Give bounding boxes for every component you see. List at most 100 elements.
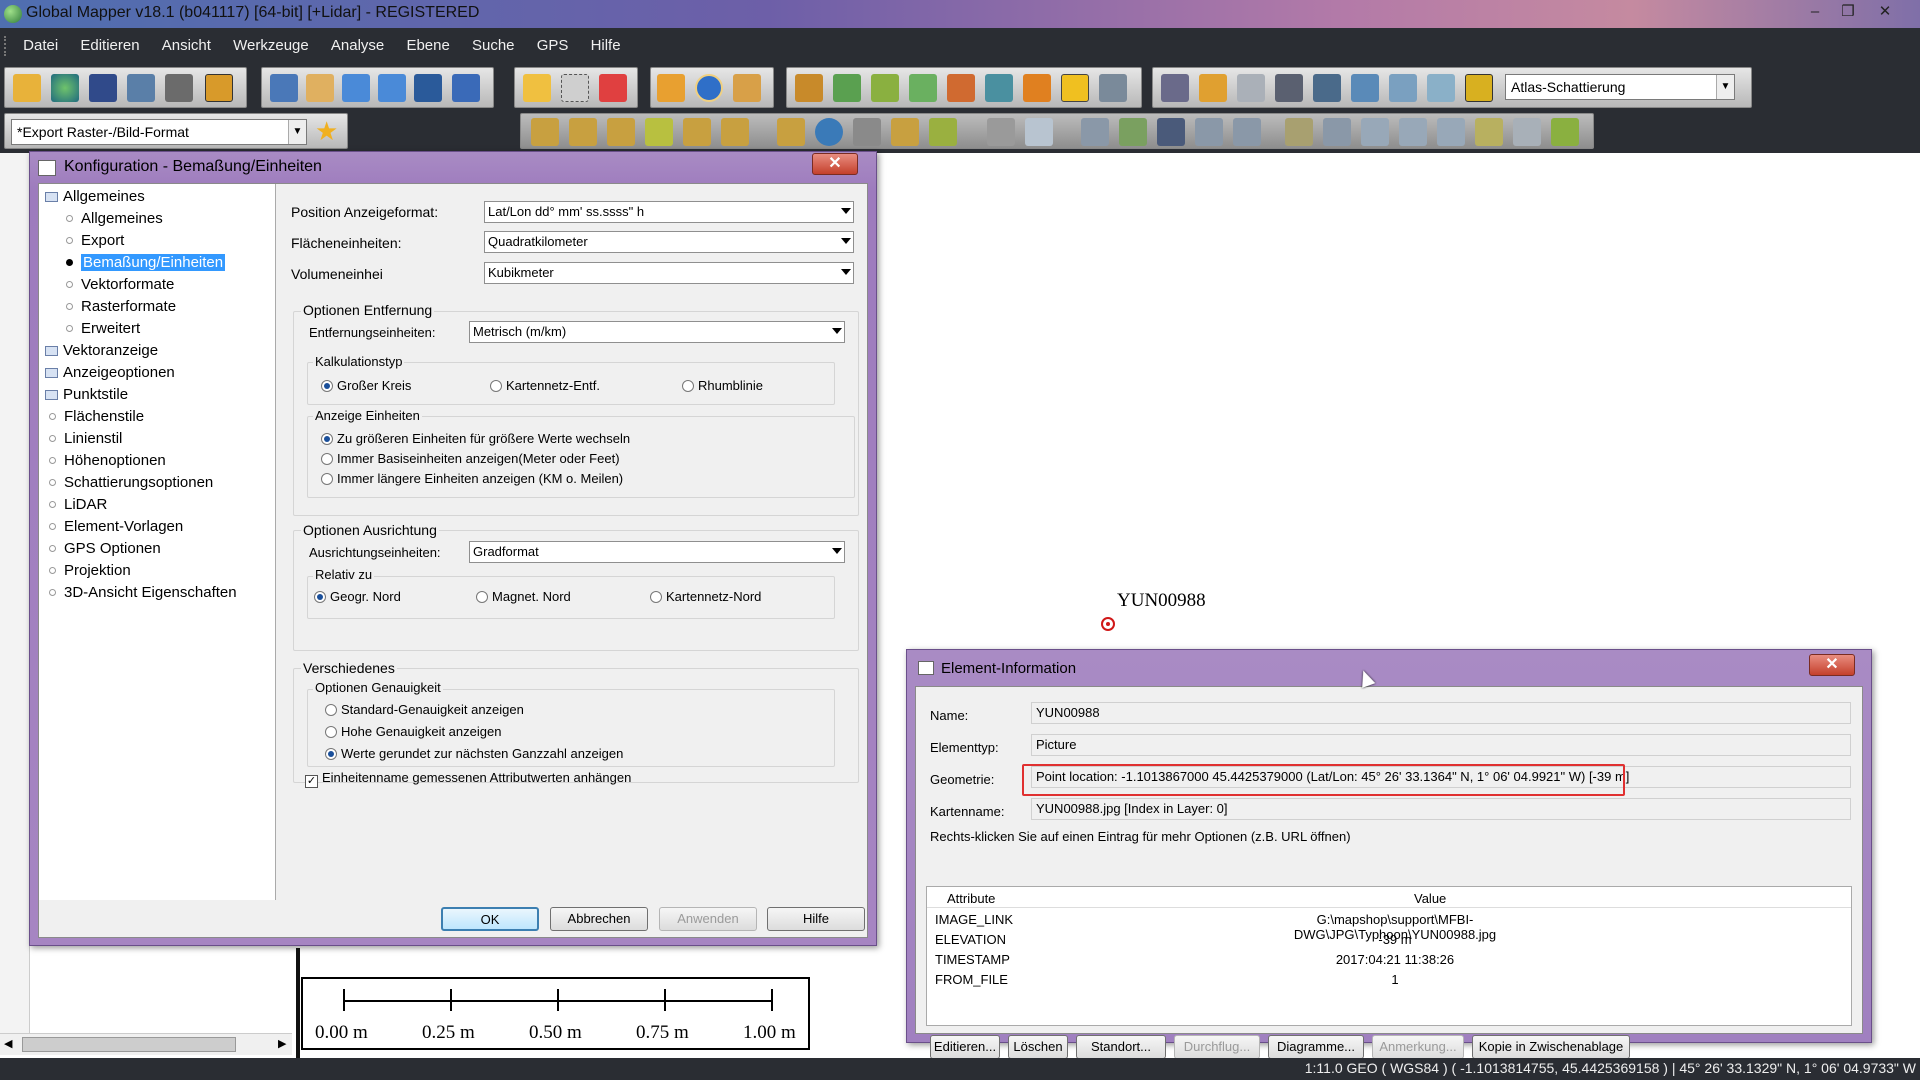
view-shed-icon[interactable]: [871, 74, 899, 102]
apply-button[interactable]: Anwenden: [659, 907, 757, 931]
relative-grid-north-radio[interactable]: Kartennetz-Nord: [650, 589, 761, 604]
buffer-icon[interactable]: [1475, 118, 1503, 146]
select-box-icon[interactable]: [561, 74, 589, 102]
scroll-left-icon[interactable]: ◀: [4, 1037, 12, 1050]
calc-great-circle-radio[interactable]: Großer Kreis: [321, 378, 411, 393]
tree-item[interactable]: Element-Vorlagen: [49, 518, 183, 535]
feature-edit-icon[interactable]: [987, 118, 1015, 146]
cut-icon[interactable]: [1323, 118, 1351, 146]
volume-icon[interactable]: [947, 74, 975, 102]
flatten-icon[interactable]: [1023, 74, 1051, 102]
move-icon[interactable]: [1081, 118, 1109, 146]
target-icon[interactable]: [815, 118, 843, 146]
grid-icon[interactable]: [985, 74, 1013, 102]
shader-icon[interactable]: [1465, 74, 1493, 102]
attribute-column-header[interactable]: Attribute: [947, 891, 995, 906]
scroll-right-icon[interactable]: ▶: [278, 1037, 286, 1050]
line-tool-icon[interactable]: [1285, 118, 1313, 146]
table-row[interactable]: FROM_FILE 1: [927, 972, 1851, 992]
tree-item[interactable]: Allgemeines: [45, 188, 145, 205]
location-button[interactable]: Standort...: [1076, 1035, 1166, 1059]
tree-item[interactable]: GPS Optionen: [49, 540, 161, 557]
grid-draw-icon[interactable]: [853, 118, 881, 146]
export-format-select[interactable]: *Export Raster-/Bild-Format ▼: [11, 119, 307, 145]
menu-analyse[interactable]: Analyse: [322, 28, 393, 64]
edit-button[interactable]: Editieren...: [930, 1035, 1000, 1059]
tree-item-selected[interactable]: Bemaßung/Einheiten: [66, 254, 226, 271]
table-row[interactable]: TIMESTAMP 2017:04:21 11:38:26: [927, 952, 1851, 972]
terrain-icon[interactable]: [795, 74, 823, 102]
draw-line-icon[interactable]: [531, 118, 559, 146]
nodes-icon[interactable]: [1157, 118, 1185, 146]
point-icon[interactable]: [891, 118, 919, 146]
precision-rounded-radio[interactable]: Werte gerundet zur nächsten Ganzzahl anz…: [325, 746, 623, 761]
display-base-units-radio[interactable]: Immer Basiseinheiten anzeigen(Meter oder…: [321, 451, 620, 466]
crosshair-icon[interactable]: [1513, 118, 1541, 146]
print-icon[interactable]: [127, 74, 155, 102]
delete-x-icon[interactable]: [599, 74, 627, 102]
close-icon[interactable]: ✕: [812, 153, 858, 175]
append-units-checkbox[interactable]: ✓ Einheitenname gemessenen Attributwerten…: [305, 770, 631, 788]
map-icon[interactable]: [1061, 74, 1089, 102]
scroll-thumb[interactable]: [22, 1037, 236, 1052]
favorite-star-icon[interactable]: ★: [315, 118, 343, 146]
menu-ebene[interactable]: Ebene: [397, 28, 458, 64]
tree-item[interactable]: Vektorformate: [66, 276, 174, 293]
tree-item[interactable]: 3D-Ansicht Eigenschaften: [49, 584, 237, 601]
union-icon[interactable]: [1437, 118, 1465, 146]
calc-grid-distance-radio[interactable]: Kartennetz-Entf.: [490, 378, 600, 393]
tree-item[interactable]: Höhenoptionen: [49, 452, 166, 469]
zoom-in-icon[interactable]: [342, 74, 370, 102]
vertex-edit-icon[interactable]: [1025, 118, 1053, 146]
delete-button[interactable]: Löschen: [1008, 1035, 1068, 1059]
tree-item[interactable]: Rasterformate: [66, 298, 176, 315]
value-column-header[interactable]: Value: [1414, 891, 1446, 906]
menu-editieren[interactable]: Editieren: [71, 28, 148, 64]
wrench-icon[interactable]: [165, 74, 193, 102]
watershed-icon[interactable]: [909, 74, 937, 102]
measure-line-icon[interactable]: [1551, 118, 1579, 146]
help-button[interactable]: Hilfe: [767, 907, 865, 931]
tree-item[interactable]: Anzeigeoptionen: [45, 364, 175, 381]
measure-ruler-icon[interactable]: [657, 74, 685, 102]
tree-item[interactable]: Punktstile: [45, 386, 128, 403]
draw-curve-icon[interactable]: [607, 118, 635, 146]
tree-item[interactable]: Export: [66, 232, 124, 249]
elevation-icon[interactable]: [1389, 74, 1417, 102]
3d-cube-icon[interactable]: [1237, 74, 1265, 102]
move-vertex-icon[interactable]: [1195, 118, 1223, 146]
name-field[interactable]: YUN00988: [1031, 702, 1851, 724]
contour-icon[interactable]: [833, 74, 861, 102]
tree-item[interactable]: LiDAR: [49, 496, 107, 513]
precision-standard-radio[interactable]: Standard-Genauigkeit anzeigen: [325, 702, 524, 717]
menu-hilfe[interactable]: Hilfe: [582, 28, 630, 64]
maximize-button[interactable]: ❒: [1833, 1, 1863, 23]
minimize-button[interactable]: –: [1800, 1, 1830, 23]
area-units-select[interactable]: Quadratkilometer: [484, 231, 854, 253]
tree-item[interactable]: Flächenstile: [49, 408, 144, 425]
draw-polyline-icon[interactable]: [569, 118, 597, 146]
draw-area-icon[interactable]: [645, 118, 673, 146]
cancel-button[interactable]: Abbrechen: [550, 907, 648, 931]
menu-suche[interactable]: Suche: [463, 28, 524, 64]
draw-range-icon[interactable]: [777, 118, 805, 146]
info-icon[interactable]: [695, 74, 723, 102]
zoom-select-icon[interactable]: [270, 74, 298, 102]
relative-magnetic-north-radio[interactable]: Magnet. Nord: [476, 589, 571, 604]
overview-icon[interactable]: [1161, 74, 1189, 102]
close-window-button[interactable]: ✕: [1870, 1, 1900, 23]
display-switch-larger-radio[interactable]: Zu größeren Einheiten für größere Werte …: [321, 431, 630, 446]
home-icon[interactable]: [452, 74, 480, 102]
tree-item[interactable]: Allgemeines: [66, 210, 163, 227]
hydro-icon[interactable]: [1427, 74, 1455, 102]
diagrams-button[interactable]: Diagramme...: [1268, 1035, 1364, 1059]
ok-button[interactable]: OK: [441, 907, 539, 931]
3d-view-icon[interactable]: [1275, 74, 1303, 102]
menu-gps[interactable]: GPS: [528, 28, 578, 64]
copy-to-clipboard-button[interactable]: Kopie in Zwischenablage: [1472, 1035, 1630, 1059]
layers-icon[interactable]: [205, 74, 233, 102]
draw-circle-icon[interactable]: [721, 118, 749, 146]
map-name-field[interactable]: YUN00988.jpg [Index in Layer: 0]: [1031, 798, 1851, 820]
horizontal-scrollbar[interactable]: ◀ ▶: [0, 1033, 292, 1055]
globe-icon[interactable]: [51, 74, 79, 102]
